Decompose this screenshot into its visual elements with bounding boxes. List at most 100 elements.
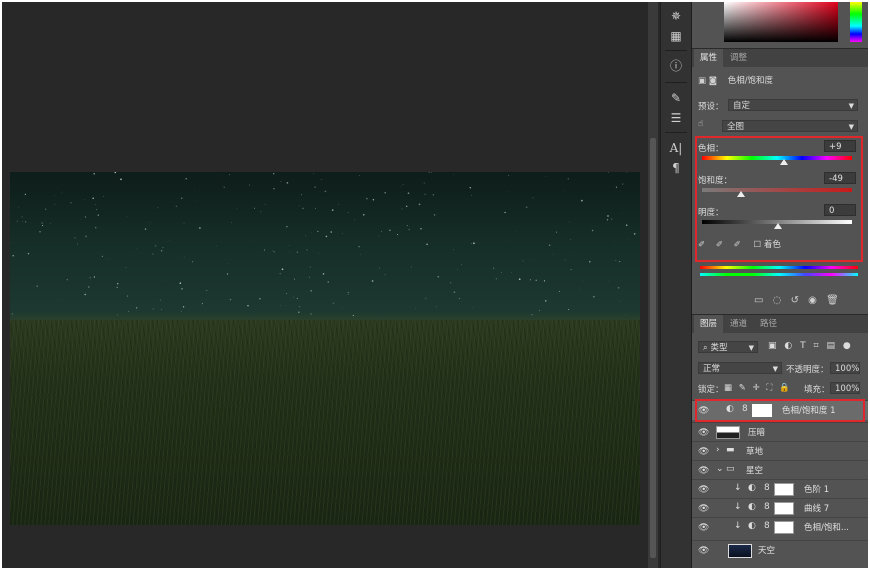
- link-icon[interactable]: 8: [764, 483, 770, 493]
- star: [152, 308, 154, 310]
- layer-row-sky[interactable]: 👁 天空: [692, 540, 868, 563]
- canvas-scrollbar[interactable]: [648, 2, 658, 568]
- link-icon[interactable]: 8: [764, 521, 770, 531]
- star: [619, 301, 621, 302]
- sliders-icon[interactable]: ☰: [665, 108, 687, 128]
- layer-group-starry-sky[interactable]: 👁 ⌄ ▭ 星空: [692, 460, 868, 480]
- clip-to-layer-icon[interactable]: ▭: [754, 295, 763, 306]
- swatches-icon[interactable]: ▦: [665, 26, 687, 46]
- star: [192, 261, 194, 263]
- tab-paths[interactable]: 路径: [754, 315, 783, 333]
- eyedropper-plus-icon[interactable]: ✐: [716, 240, 723, 250]
- hue-strip[interactable]: [850, 2, 862, 42]
- layer-group-grass[interactable]: 👁 › ▬ 草地: [692, 441, 868, 461]
- tab-channels[interactable]: 通道: [724, 315, 753, 333]
- color-field[interactable]: [724, 2, 838, 42]
- scrollbar-thumb[interactable]: [650, 138, 656, 558]
- saturation-slider[interactable]: [702, 188, 852, 192]
- hue-slider-handle[interactable]: [780, 159, 788, 165]
- lightness-slider-handle[interactable]: [774, 223, 782, 229]
- eye-icon[interactable]: 👁: [698, 447, 709, 457]
- link-icon[interactable]: 8: [764, 502, 770, 512]
- character-icon[interactable]: A|: [665, 138, 687, 158]
- colorize-checkbox[interactable]: ☐: [753, 240, 761, 250]
- tab-layers[interactable]: 图层: [694, 315, 724, 333]
- eye-icon[interactable]: 👁: [698, 504, 709, 514]
- star: [504, 211, 506, 214]
- layer-name: 色相/饱和...: [804, 523, 849, 533]
- layer-mask-thumbnail[interactable]: [774, 521, 794, 534]
- tab-properties[interactable]: 属性: [694, 49, 724, 67]
- hue-slider[interactable]: [702, 156, 852, 160]
- paragraph-icon[interactable]: ¶: [665, 158, 687, 178]
- smart-filter-icon[interactable]: ▤: [826, 341, 835, 351]
- lock-transparent-icon[interactable]: ▦: [724, 383, 732, 393]
- reset-icon[interactable]: ↺: [791, 295, 799, 306]
- star: [582, 280, 584, 282]
- star: [559, 290, 561, 292]
- star: [61, 192, 62, 194]
- saturation-value-input[interactable]: -49: [824, 172, 856, 184]
- trash-icon[interactable]: 🗑: [826, 295, 839, 306]
- chevron-down-icon: ▼: [848, 123, 854, 131]
- lock-artboard-icon[interactable]: ⛶: [766, 383, 772, 393]
- shape-filter-icon[interactable]: ⌗: [814, 341, 819, 351]
- layer-mask-thumbnail[interactable]: [774, 483, 794, 496]
- star: [92, 197, 94, 199]
- brush-icon[interactable]: ✎: [665, 88, 687, 108]
- layer-row-levels-1[interactable]: 👁 ↓ ◐ 8 色阶 1: [692, 479, 868, 499]
- type-filter-icon[interactable]: T: [800, 341, 806, 351]
- mask-icon[interactable]: ◙: [709, 76, 717, 86]
- view-previous-icon[interactable]: ◌: [773, 295, 782, 306]
- star: [564, 190, 566, 191]
- star: [93, 173, 95, 175]
- lock-move-icon[interactable]: ✛: [753, 383, 760, 393]
- lock-all-icon[interactable]: 🔒: [779, 383, 790, 393]
- star: [493, 267, 495, 269]
- opacity-input[interactable]: 100%: [830, 362, 860, 374]
- folder-open-icon: ▭: [726, 464, 735, 474]
- star: [633, 233, 636, 235]
- eye-icon[interactable]: 👁: [698, 523, 709, 533]
- hue-value-input[interactable]: +9: [824, 140, 856, 152]
- star: [227, 263, 228, 264]
- layer-row-darken[interactable]: 👁 压暗: [692, 422, 868, 442]
- fill-input[interactable]: 100%: [830, 382, 860, 394]
- channel-select[interactable]: 全图 ▼: [722, 120, 858, 132]
- chevron-down-icon[interactable]: ⌄: [716, 464, 724, 474]
- layer-thumbnail[interactable]: [716, 426, 740, 439]
- star: [150, 222, 151, 224]
- layer-row-hue-sat-2[interactable]: 👁 ↓ ◐ 8 色相/饱和...: [692, 517, 868, 537]
- visibility-icon[interactable]: ◉: [808, 295, 817, 306]
- eyedropper-minus-icon[interactable]: ✐: [734, 240, 741, 250]
- star: [298, 305, 301, 308]
- eye-icon[interactable]: 👁: [698, 485, 709, 495]
- target-adjust-icon[interactable]: ☝: [698, 119, 703, 129]
- lightness-value-input[interactable]: 0: [824, 204, 856, 216]
- eye-icon[interactable]: 👁: [698, 428, 709, 438]
- star: [50, 223, 51, 224]
- chevron-right-icon[interactable]: ›: [716, 445, 720, 455]
- image-filter-icon[interactable]: ▣: [768, 341, 777, 351]
- layer-thumbnail[interactable]: [728, 544, 752, 558]
- layer-mask-thumbnail[interactable]: [774, 502, 794, 515]
- eye-icon[interactable]: 👁: [698, 546, 709, 556]
- eye-icon[interactable]: 👁: [698, 466, 709, 476]
- layer-filter-select[interactable]: ⌕ 类型 ▼: [698, 341, 758, 353]
- adjust-filter-icon[interactable]: ◐: [784, 341, 792, 351]
- lock-paint-icon[interactable]: ✎: [739, 383, 746, 393]
- star: [182, 306, 185, 308]
- preset-select[interactable]: 自定 ▼: [728, 99, 858, 111]
- info-icon[interactable]: ⓘ: [665, 56, 687, 76]
- document-canvas[interactable]: [10, 172, 640, 525]
- blend-mode-select[interactable]: 正常 ▼: [698, 362, 782, 374]
- layer-row-curves-7[interactable]: 👁 ↓ ◐ 8 曲线 7: [692, 498, 868, 518]
- tab-adjustments[interactable]: 调整: [724, 49, 753, 67]
- star: [103, 195, 104, 197]
- saturation-slider-handle[interactable]: [737, 191, 745, 197]
- canvas-workspace[interactable]: [2, 2, 648, 568]
- star: [410, 266, 412, 268]
- sun-icon[interactable]: ✵: [665, 6, 687, 26]
- filter-toggle-icon[interactable]: ●: [843, 341, 851, 351]
- eyedropper-icon[interactable]: ✐: [698, 240, 705, 250]
